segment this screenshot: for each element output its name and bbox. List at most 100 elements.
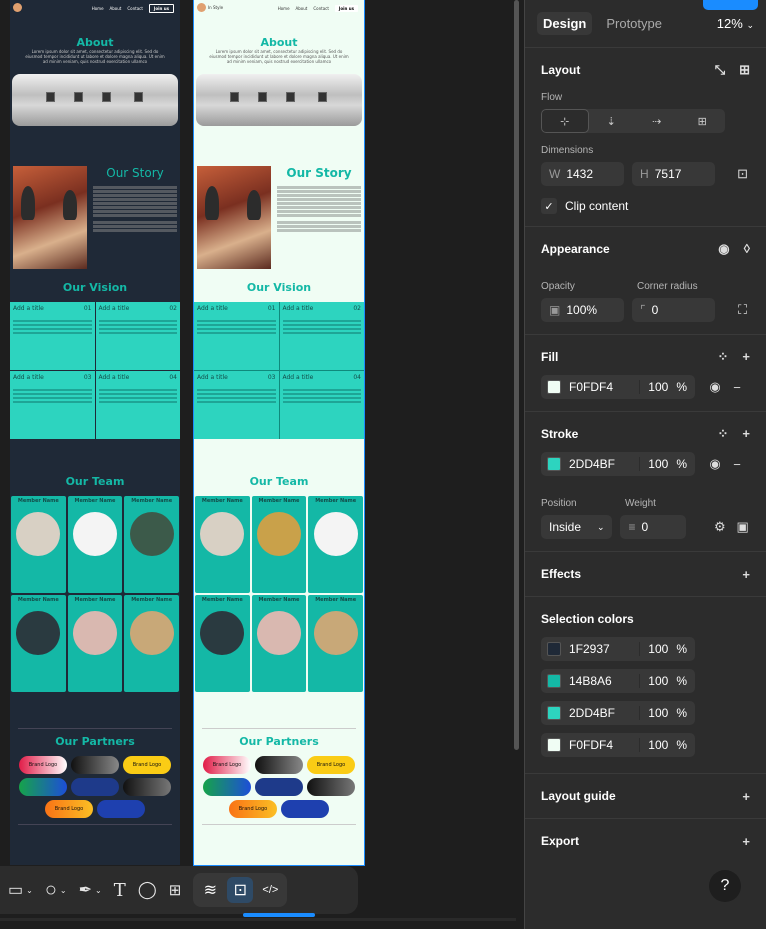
nav-contact[interactable]: Contact (313, 6, 329, 11)
export-title: Export (541, 834, 580, 848)
blend-icon[interactable]: ◊ (744, 241, 750, 257)
member-card: Member Name (308, 595, 363, 692)
corner-radius-field[interactable]: ⌜ 0 (632, 298, 716, 322)
draw-mode-button[interactable]: ≋ (197, 877, 223, 903)
nav-about[interactable]: About (110, 6, 122, 11)
zoom-level[interactable]: 12% ⌄ (717, 16, 754, 31)
frame-light[interactable]: In Style Home About Contact Join us Abou… (193, 0, 365, 866)
styles-icon[interactable]: ⁘ (718, 426, 729, 442)
frame-tool-button[interactable]: ▭ ⌄ (8, 880, 33, 900)
partner-logo: Brand Logo (307, 756, 355, 774)
canvas[interactable]: Home About Contact Join us About Lorem i… (0, 0, 524, 929)
vision-card: Add a title 04 (279, 371, 364, 439)
horizontal-scroll-thumb[interactable] (243, 913, 315, 917)
effects-title: Effects (541, 567, 582, 581)
width-field[interactable]: W 1432 (541, 162, 625, 186)
tab-prototype[interactable]: Prototype (600, 12, 668, 35)
eye-icon[interactable]: ◉ (718, 241, 729, 257)
join-button[interactable]: Join us (334, 4, 358, 12)
flow-label: Flow (541, 92, 563, 103)
team-title: Our Team (249, 475, 309, 488)
story-title: Our Story (106, 166, 164, 180)
actions-button[interactable]: ⊞ (169, 881, 182, 899)
collapse-icon[interactable]: ⤡ (715, 62, 725, 78)
nav-contact[interactable]: Contact (127, 6, 143, 11)
color-swatch[interactable] (547, 706, 561, 720)
selection-color-field[interactable]: 1F2937 100% (541, 637, 695, 661)
nav-home[interactable]: Home (278, 6, 290, 11)
properties-panel: Design Prototype 12% ⌄ Layout ⤡ ⊞ Flow ⊹ … (524, 0, 766, 929)
stroke-section: Stroke ⁘ + 2DD4BF 100% ◉ − Position Weigh… (525, 412, 766, 552)
clip-content-checkbox[interactable]: ✓ Clip content (541, 198, 750, 214)
position-label: Position (541, 498, 577, 509)
stroke-sides-icon[interactable]: ▣ (735, 519, 750, 535)
stroke-swatch[interactable] (547, 457, 561, 471)
plus-icon[interactable]: + (742, 567, 750, 582)
partner-logo (97, 800, 145, 818)
flow-horizontal-button[interactable]: ⇢ (634, 109, 680, 133)
about-text: Lorem ipsum dolor sit amet, consectetur … (209, 49, 349, 64)
fill-swatch[interactable] (547, 380, 561, 394)
horizontal-scrollbar[interactable] (0, 918, 516, 921)
auto-layout-icon[interactable]: ⊞ (739, 62, 750, 78)
grid-icon: ⊞ (697, 115, 707, 128)
frame-dark[interactable]: Home About Contact Join us About Lorem i… (10, 0, 180, 865)
layout-guide-section: Layout guide + (525, 774, 766, 819)
height-field[interactable]: H 7517 (632, 162, 716, 186)
eye-icon[interactable]: ◉ (707, 456, 723, 472)
stroke-color-field[interactable]: 2DD4BF 100% (541, 452, 695, 476)
vision-grid: Add a title 01 Add a title 02 Add a title 0… (10, 302, 180, 439)
tab-design[interactable]: Design (537, 12, 593, 35)
flow-vertical-button[interactable]: ⇣ (589, 109, 635, 133)
share-button[interactable] (703, 0, 758, 10)
plus-icon[interactable]: + (742, 349, 750, 365)
opacity-field[interactable]: ▣ 100% (541, 298, 625, 322)
independent-corners-icon[interactable]: ⛶ (735, 302, 750, 318)
chevron-down-icon: ⌄ (746, 20, 754, 30)
plus-icon[interactable]: + (742, 426, 750, 442)
join-button[interactable]: Join us (148, 3, 174, 13)
design-mode-button[interactable]: ⊡ (227, 877, 254, 903)
about-title: About (260, 36, 298, 49)
comment-tool-button[interactable]: ◯ (138, 880, 157, 900)
shape-tool-button[interactable]: ○ ⌄ (45, 879, 67, 902)
selection-colors-section: Selection colors 1F2937 100% 14B8A6 100%… (525, 597, 766, 774)
minus-icon[interactable]: − (729, 380, 745, 395)
vision-title: Our Vision (246, 281, 312, 294)
stroke-position-select[interactable]: Inside ⌄ (541, 515, 613, 539)
dev-mode-button[interactable]: </> (257, 877, 283, 903)
team-title: Our Team (65, 475, 125, 488)
plus-icon[interactable]: + (742, 789, 750, 804)
minus-icon[interactable]: − (729, 457, 745, 472)
bottom-toolbar: ▭ ⌄ ○ ⌄ ✒ ⌄ T ◯ ⊞ ≋ ⊡ </> (0, 866, 358, 914)
styles-icon[interactable]: ⁘ (718, 349, 729, 365)
selection-color-field[interactable]: F0FDF4 100% (541, 733, 695, 757)
member-card: Member Name (195, 595, 250, 692)
resize-icon[interactable]: ⊡ (735, 166, 750, 182)
flow-freeform-button[interactable]: ⊹ (541, 109, 589, 133)
partner-logo (123, 778, 171, 796)
pen-tool-button[interactable]: ✒ ⌄ (79, 880, 102, 900)
export-section: Export + (525, 819, 766, 863)
fill-title: Fill (541, 350, 559, 364)
color-swatch[interactable] (547, 738, 561, 752)
selection-color-field[interactable]: 14B8A6 100% (541, 669, 695, 693)
weight-icon: ≡ (628, 520, 636, 534)
selection-color-field[interactable]: 2DD4BF 100% (541, 701, 695, 725)
help-button[interactable]: ? (709, 870, 741, 902)
partners-title: Our Partners (55, 735, 135, 748)
flow-grid-button[interactable]: ⊞ (680, 109, 726, 133)
stroke-settings-icon[interactable]: ⚙ (712, 519, 727, 535)
nav-home[interactable]: Home (92, 6, 104, 11)
selection-color-row: 14B8A6 100% (541, 669, 750, 693)
fill-color-field[interactable]: F0FDF4 100% (541, 375, 695, 399)
color-swatch[interactable] (547, 674, 561, 688)
text-tool-button[interactable]: T (114, 880, 126, 901)
nav-about[interactable]: About (296, 6, 308, 11)
stroke-weight-field[interactable]: ≡ 0 (620, 515, 687, 539)
vertical-scrollbar[interactable] (514, 0, 519, 750)
color-swatch[interactable] (547, 642, 561, 656)
layout-title: Layout (541, 63, 581, 77)
plus-icon[interactable]: + (742, 834, 750, 849)
eye-icon[interactable]: ◉ (707, 379, 723, 395)
